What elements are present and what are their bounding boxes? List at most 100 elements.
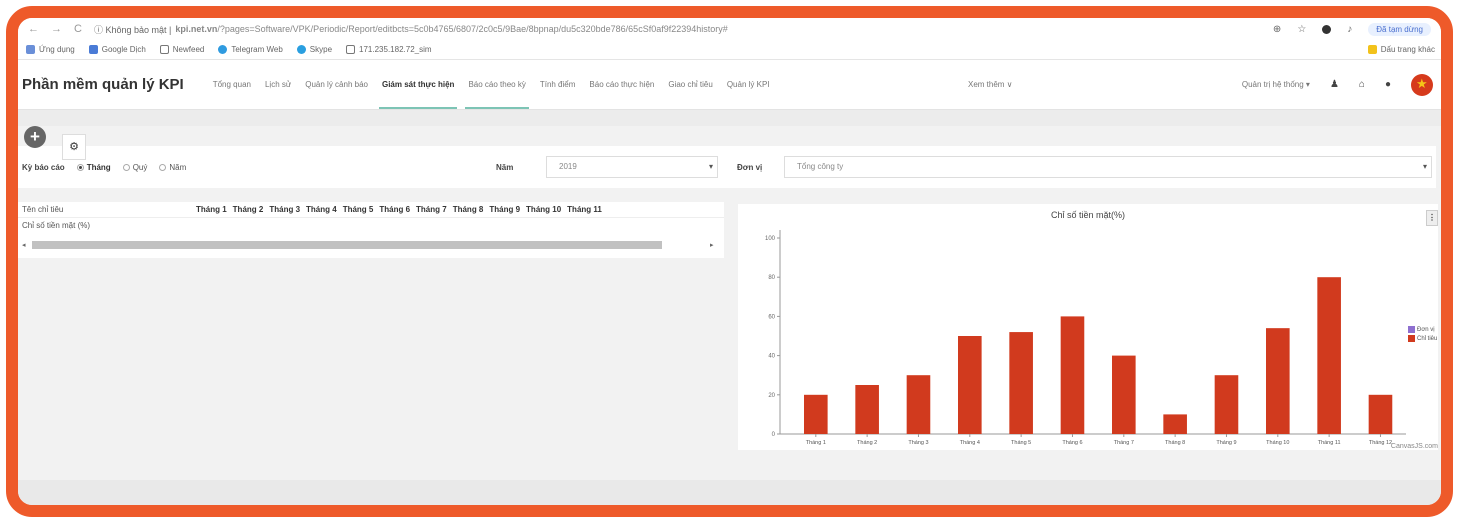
header-actions: Quản trị hệ thống ▾ ♟ ⌂ ● [1242,73,1433,96]
bar [1214,375,1239,434]
column-header-month[interactable]: Tháng 7 [416,205,447,214]
music-icon[interactable]: ♪ [1347,24,1352,35]
column-header-month[interactable]: Tháng 1 [196,205,227,214]
column-header-month[interactable]: Tháng 2 [233,205,264,214]
app-brand[interactable]: Phần mềm quản lý KPI [22,76,184,93]
legend-item[interactable]: Đơn vị [1408,326,1437,333]
more-menu[interactable]: Xem thêm ∨ [968,80,1013,89]
column-header-month[interactable]: Tháng 6 [379,205,410,214]
url-domain: kpi.net.vn [175,24,218,34]
y-tick-label: 80 [768,275,775,281]
settings-gear-icon[interactable]: ⚙ [62,134,86,160]
gift-icon[interactable]: ⌂ [1359,79,1365,90]
scroll-thumb[interactable] [32,241,662,249]
admin-menu[interactable]: Quản trị hệ thống ▾ [1242,80,1310,89]
column-header-month[interactable]: Tháng 11 [567,205,602,214]
apps-icon [26,45,35,54]
bar-chart: 0 20 40 60 80 100 Tháng 1 Tháng 2 Tháng 3 Tháng 4… [765,230,1406,446]
x-tick-label: Tháng 2 [857,440,877,446]
x-tick-label: Tháng 5 [1011,440,1031,446]
browser-address-bar: ← → C ⓘ Không bảo mật | kpi.net.vn/?page… [18,18,1441,40]
zoom-icon[interactable]: ⊕ [1273,24,1281,35]
y-tick-label: 100 [765,236,776,242]
column-header-month[interactable]: Tháng 10 [526,205,561,214]
star-icon[interactable]: ☆ [1297,24,1306,35]
chart-credit[interactable]: CanvasJS.com [1391,443,1438,450]
bookmark-other[interactable]: Dấu trang khác [1367,45,1435,54]
scroll-left-icon[interactable]: ◂ [22,241,30,249]
chat-icon[interactable]: ● [1385,79,1391,90]
back-icon[interactable]: ← [28,23,39,35]
main-menu: Tổng quan Lịch sử Quản lý cảnh báo Giám … [206,60,777,109]
column-header-month[interactable]: Tháng 8 [453,205,484,214]
telegram-icon [218,45,228,54]
year-label: Năm [496,162,514,172]
horizontal-scrollbar[interactable]: ◂ ▸ [22,240,718,250]
column-header-month[interactable]: Tháng 5 [343,205,374,214]
bookmark-label: Dấu trang khác [1380,45,1435,54]
footer-area [18,480,1441,505]
reload-icon[interactable]: C [74,23,82,35]
folder-icon [1367,45,1377,54]
bookmark-sim[interactable]: 171.235.182.72_sim [346,45,432,54]
x-tick-label: Tháng 4 [960,440,980,446]
bookmark-skype[interactable]: Skype [296,45,333,54]
add-button[interactable]: + [24,126,46,148]
y-tick-label: 40 [768,354,775,360]
radio-icon [159,163,167,171]
x-tick-label: Tháng 11 [1318,440,1341,446]
radio-label: Năm [169,162,187,172]
unit-select[interactable]: Tổng công ty [784,156,1432,178]
radio-icon [122,163,130,171]
kpi-table: Tên chỉ tiêu Tháng 1 Tháng 2 Tháng 3 Thá… [18,202,724,258]
browser-nav: ← → C [28,23,82,35]
skype-icon [296,45,306,54]
column-header-month[interactable]: Tháng 4 [306,205,337,214]
menu-item-alerts[interactable]: Quản lý cảnh báo [298,60,375,109]
column-header-month[interactable]: Tháng 9 [489,205,520,214]
extension-icon[interactable] [1322,24,1332,34]
scroll-right-icon[interactable]: ▸ [710,241,718,249]
period-radio-quarter[interactable]: Quý [122,163,147,172]
menu-item-period-report[interactable]: Báo cáo theo kỳ [461,60,532,109]
period-radio-month[interactable]: Tháng [76,163,111,172]
security-info-text: Không bảo mật [105,24,167,35]
sync-badge[interactable]: Đã tạm dừng [1368,22,1431,36]
year-select[interactable]: 2019 [546,156,718,178]
bookmark-label: Ứng dụng [39,45,75,54]
bookmark-telegram[interactable]: Telegram Web [218,45,283,54]
menu-item-monitoring[interactable]: Giám sát thực hiện [375,60,461,109]
bookmark-google-translate[interactable]: Google Dịch [88,45,146,54]
url-field[interactable]: kpi.net.vn/?pages=Software/VPK/Periodic/… [175,24,915,34]
bar [1317,277,1341,434]
menu-item-performance-report[interactable]: Báo cáo thực hiện [582,60,661,109]
filter-row: Kỳ báo cáo Tháng Quý Năm Năm 2019 Đơn vị… [18,146,1436,188]
browser-actions: ⊕ ☆ ♪ Đã tạm dừng [1273,22,1431,36]
row-name: Chỉ số tiền mặt (%) [22,220,91,230]
bookmark-apps[interactable]: Ứng dụng [26,45,75,54]
x-tick-label: Tháng 10 [1266,440,1289,446]
period-radio-year[interactable]: Năm [159,163,186,172]
menu-item-history[interactable]: Lịch sử [258,60,298,109]
chart-menu-icon[interactable]: ⋮ [1426,210,1438,226]
bar [1112,355,1136,434]
menu-item-overview[interactable]: Tổng quan [206,60,258,109]
column-header-month[interactable]: Tháng 3 [269,205,300,214]
forward-icon[interactable]: → [51,23,62,35]
bookmark-newfeed[interactable]: Newfeed [159,45,205,54]
legend-swatch [1408,326,1415,333]
menu-item-assign-targets[interactable]: Giao chỉ tiêu [661,60,719,109]
menu-item-scoring[interactable]: Tính điểm [533,60,583,109]
bookmark-label: Newfeed [172,45,205,54]
menu-item-kpi-management[interactable]: Quản lý KPI [720,60,777,109]
bookmark-label: Skype [309,45,333,54]
legend-item[interactable]: Chỉ tiêu [1408,335,1437,342]
bell-icon[interactable]: ♟ [1330,79,1339,90]
url-path: /?pages=Software/VPK/Periodic/Report/edi… [217,24,728,34]
table-row[interactable]: Chỉ số tiền mặt (%) [18,218,724,232]
column-header-name[interactable]: Tên chỉ tiêu [18,205,196,214]
bar [1368,394,1393,434]
x-tick-label: Tháng 3 [908,440,928,446]
unit-label: Đơn vị [737,162,763,172]
security-info[interactable]: ⓘ Không bảo mật | [94,23,171,36]
